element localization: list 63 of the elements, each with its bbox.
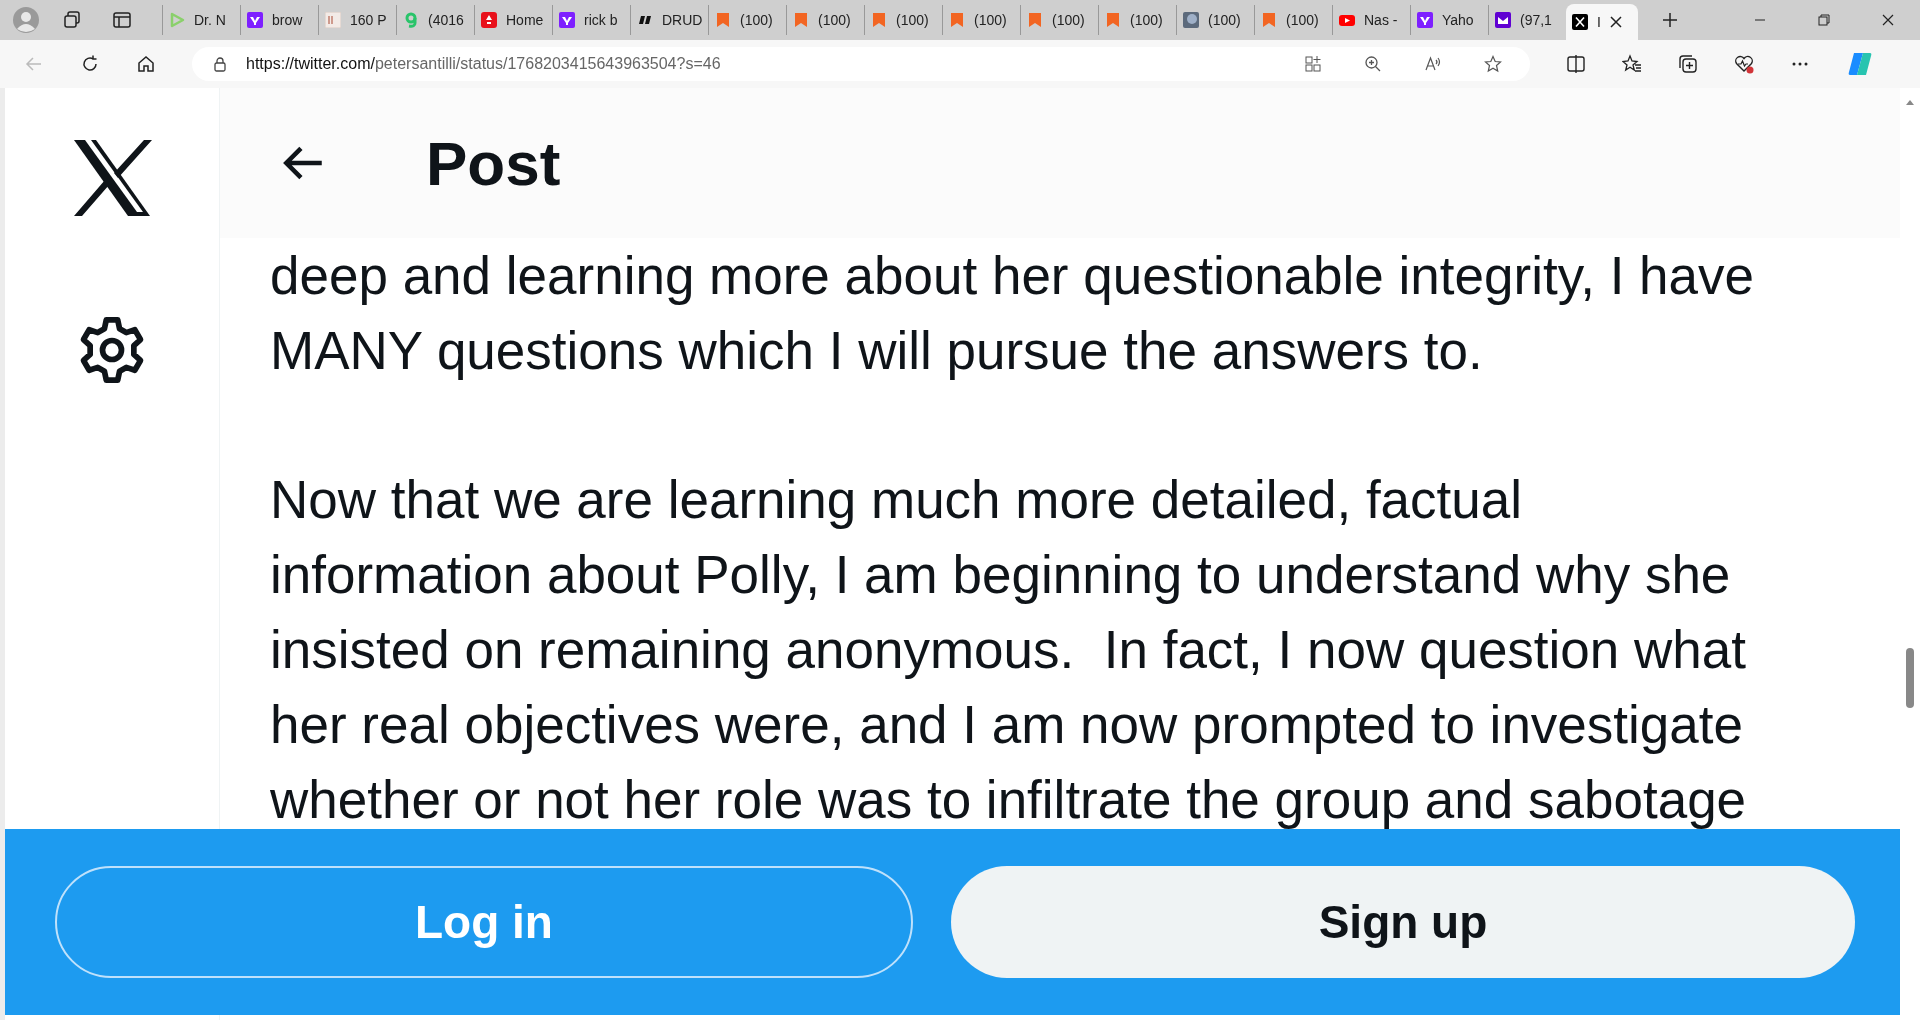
browser-tab[interactable]: (100) [1176,5,1254,35]
page-title: Post [426,127,561,199]
favicon-icon [1495,12,1511,28]
browser-tab[interactable]: (100) [1098,5,1176,35]
post-text: deep and learning more about her questionable integrity, I have MANY questions which I will pursue the answers to. [270,245,1756,382]
play-icon [1339,12,1355,28]
post-text: Now that we are learning much more detailed, factual information about Polly, I am beginning to understand why she insisted on remaining anonymous. In fact, I now question what her real objectives were, and I am now prompted to investigate whether or not her role was to infiltrate the group and sabotage [270,469,1748,831]
browser-tab[interactable]: (100) [708,5,786,35]
bookmark-icon [1027,12,1043,28]
browser-tab[interactable]: Home [474,5,552,35]
close-icon[interactable] [1609,16,1622,28]
health-icon[interactable] [1734,54,1754,74]
address-field[interactable]: https://twitter.com/petersantilli/status/1768203415643963504?s=46 [192,47,1530,81]
favorites-icon[interactable] [1622,54,1642,74]
star-icon[interactable] [1484,55,1502,73]
copilot-icon[interactable] [1846,50,1874,78]
bookmark-icon [949,12,965,28]
bookmark-icon [871,12,887,28]
browser-tab[interactable]: 160 P [318,5,396,35]
read-aloud-icon[interactable] [1424,55,1442,73]
restore-icon[interactable] [1818,14,1830,26]
browser-tab[interactable]: Nas - [1332,5,1410,35]
new-tab-icon[interactable] [1662,12,1678,28]
browser-tab[interactable]: (4016 [396,5,474,35]
browser-tab[interactable]: (100) [1020,5,1098,35]
bookmark-icon [793,12,809,28]
favicon-icon [559,12,575,28]
browser-tab[interactable]: (100) [1254,5,1332,35]
bookmark-icon [715,12,731,28]
signup-button[interactable]: Sign up [951,866,1855,978]
browser-tab[interactable]: I [1566,4,1638,40]
favicon-icon [481,12,497,28]
browser-tab[interactable]: DRUD [630,5,708,35]
x-logo-icon[interactable] [72,140,152,216]
close-icon[interactable] [1882,14,1894,26]
bookmark-icon [1105,12,1121,28]
lock-icon [212,56,228,72]
browser-tab[interactable]: brow [240,5,318,35]
apps-icon[interactable] [1304,55,1322,73]
collections-icon[interactable] [1678,54,1698,74]
favicon-icon [325,12,341,28]
bookmark-icon [1261,12,1277,28]
split-screen-icon[interactable] [1566,54,1586,74]
play-icon [169,12,185,28]
favicon-icon [247,12,263,28]
favicon-icon [403,12,419,28]
favicon-icon [1417,12,1433,28]
refresh-icon[interactable] [80,54,100,74]
browser-tab[interactable]: (100) [786,5,864,35]
scroll-thumb[interactable] [1906,648,1914,708]
x-logo-icon [1572,14,1588,30]
browser-tab[interactable]: Dr. N [162,5,240,35]
browser-tab[interactable]: (100) [942,5,1020,35]
zoom-icon[interactable] [1364,55,1382,73]
browser-tab[interactable]: (100) [864,5,942,35]
tab-actions-icon[interactable] [112,10,132,30]
browser-tab[interactable]: Yaho [1410,5,1488,35]
scroll-up-icon[interactable] [1905,98,1915,106]
browser-tab[interactable]: rick b [552,5,630,35]
workspaces-icon[interactable] [62,10,82,30]
browser-tab[interactable]: (97,1 [1488,5,1566,35]
moon-icon [1183,12,1199,28]
home-icon[interactable] [136,54,156,74]
